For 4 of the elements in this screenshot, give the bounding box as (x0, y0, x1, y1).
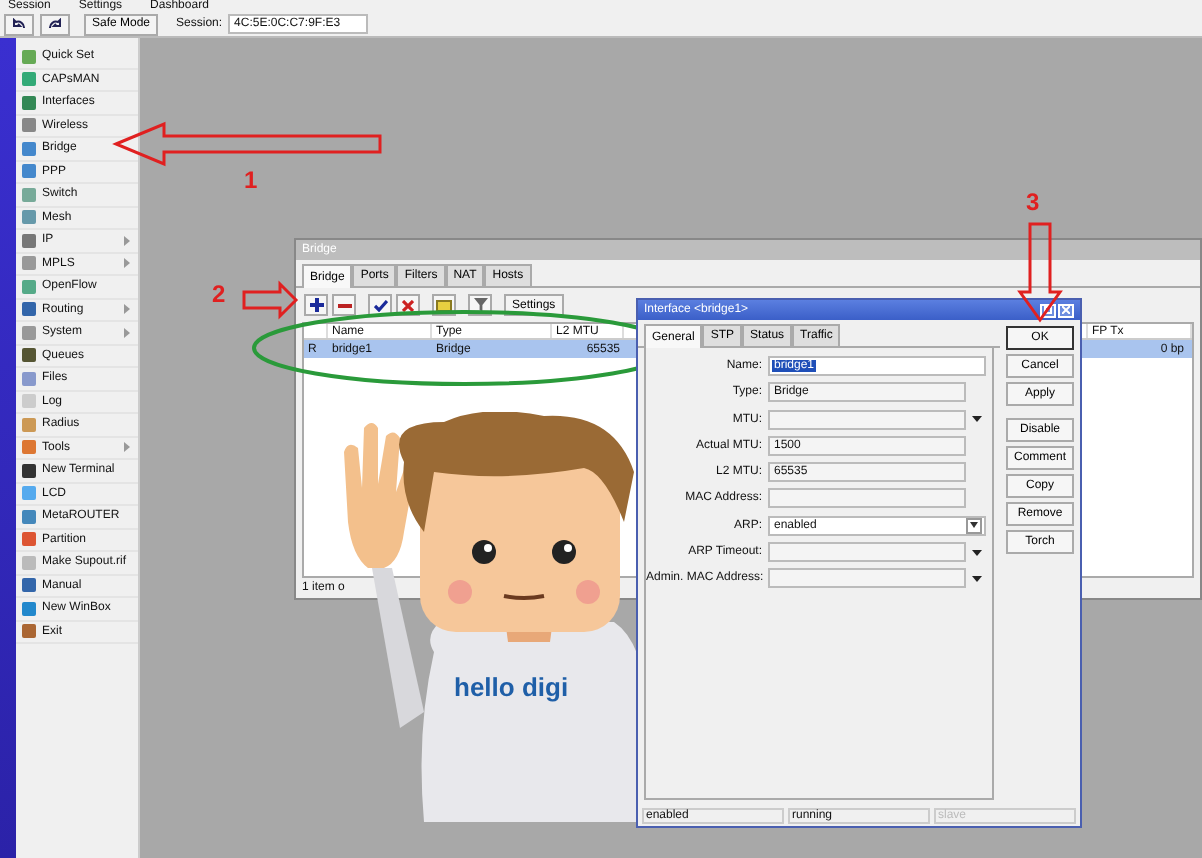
step-number: 1 (244, 168, 258, 192)
shirt-text: hello digi (454, 672, 569, 702)
step-number: 2 (212, 282, 226, 306)
step-number: 3 (1026, 190, 1040, 214)
